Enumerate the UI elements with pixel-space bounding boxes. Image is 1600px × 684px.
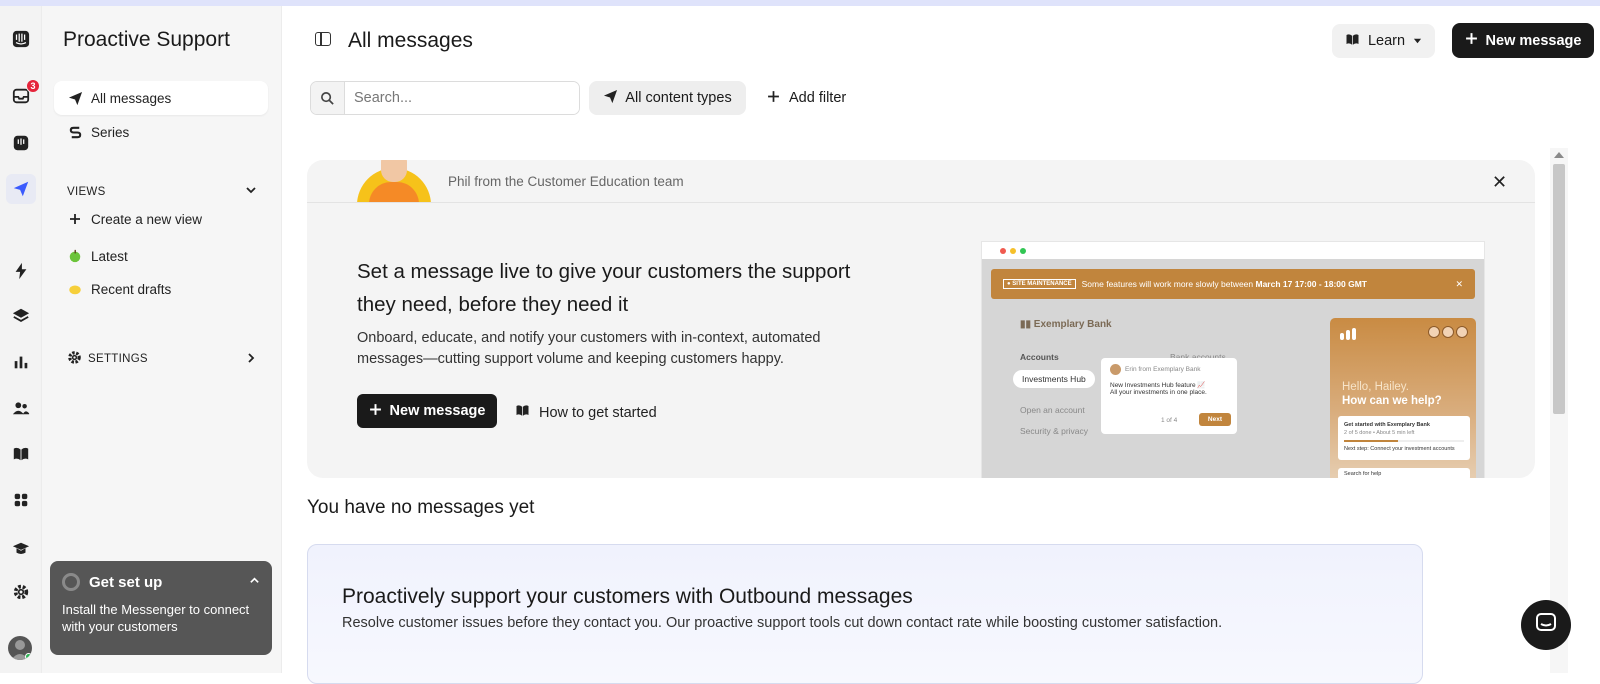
promo-new-message-button[interactable]: New message: [357, 394, 497, 428]
view-label: Latest: [91, 248, 128, 264]
plus-icon: [767, 90, 780, 107]
promo-header: Phil from the Customer Education team ✕: [307, 160, 1535, 203]
howto-label: How to get started: [539, 404, 657, 421]
plus-icon: [67, 213, 83, 225]
views-label: VIEWS: [67, 185, 106, 198]
settings-section-header[interactable]: SETTINGS: [67, 350, 257, 368]
search-icon: [311, 82, 345, 114]
icon-rail: 3: [0, 6, 42, 673]
sidebar-item-series[interactable]: Series: [54, 115, 268, 149]
chevron-up-icon[interactable]: [249, 575, 260, 589]
search-input[interactable]: [345, 82, 579, 114]
setup-title: Get set up: [89, 573, 163, 591]
preview-messenger: Hello, Hailey. How can we help? Get start…: [1330, 318, 1476, 478]
content-types-filter[interactable]: All content types: [589, 81, 746, 115]
content-types-label: All content types: [625, 90, 732, 106]
apps-grid-icon[interactable]: [6, 485, 36, 515]
paper-plane-icon: [67, 91, 83, 106]
promo-heading: Set a message live to give your customer…: [357, 260, 851, 316]
user-avatar[interactable]: [8, 636, 32, 660]
setup-text: Install the Messenger to connect with yo…: [62, 602, 250, 634]
plus-icon: [369, 403, 382, 420]
chat-bubble-icon: [1534, 611, 1558, 640]
sidebar-item-label: Series: [91, 124, 130, 140]
intercom-logo-icon[interactable]: [6, 24, 36, 54]
learn-label: Learn: [1367, 33, 1406, 49]
create-view-button[interactable]: Create a new view: [54, 202, 268, 236]
create-view-label: Create a new view: [91, 211, 203, 227]
views-section-header[interactable]: VIEWS: [67, 184, 257, 199]
sidebar-item-all-messages[interactable]: All messages: [54, 81, 268, 115]
maintenance-banner: ● SITE MAINTENANCE Some features will wo…: [991, 269, 1475, 299]
outbound-description: Resolve customer issues before they cont…: [342, 615, 1223, 631]
settings-gear-icon: [67, 350, 82, 368]
sidebar-view-recent-drafts[interactable]: Recent drafts: [54, 272, 268, 306]
plus-icon: [1465, 32, 1478, 49]
contacts-people-icon[interactable]: [6, 393, 36, 423]
learn-button[interactable]: Learn: [1332, 24, 1435, 58]
new-message-button[interactable]: New message: [1452, 23, 1594, 58]
promo-from: Phil from the Customer Education team: [448, 174, 684, 189]
outbound-icon[interactable]: [6, 174, 36, 204]
settings-gear-icon[interactable]: [6, 577, 36, 607]
lemon-icon: [67, 282, 83, 296]
promo-body: Onboard, educate, and notify your custom…: [357, 330, 821, 367]
close-icon[interactable]: ✕: [1492, 172, 1507, 193]
outbound-title: Proactively support your customers with …: [342, 585, 913, 608]
caret-down-icon: [1413, 33, 1422, 49]
knowledge-layers-icon[interactable]: [6, 301, 36, 331]
online-status-dot: [25, 653, 32, 660]
add-filter-button[interactable]: Add filter: [767, 81, 846, 115]
reports-chart-icon[interactable]: [6, 347, 36, 377]
help-center-book-icon[interactable]: [6, 439, 36, 469]
view-label: Recent drafts: [91, 281, 172, 297]
main-scrollbar[interactable]: [1550, 148, 1568, 673]
preview-tooltip: Erin from Exemplary Bank New Investments…: [1101, 358, 1237, 434]
academy-cap-icon[interactable]: [6, 534, 36, 564]
empty-state-title: You have no messages yet: [307, 497, 535, 518]
inbox-icon[interactable]: 3: [6, 79, 40, 111]
series-icon: [67, 125, 83, 140]
workflows-bolt-icon[interactable]: [6, 256, 36, 286]
promo-card: Phil from the Customer Education team ✕ …: [307, 160, 1535, 478]
green-apple-icon: [67, 249, 83, 263]
book-icon: [515, 403, 530, 422]
book-icon: [1345, 32, 1360, 51]
progress-ring-icon: [62, 573, 80, 591]
promo-new-message-label: New message: [389, 403, 486, 419]
messenger-launcher-button[interactable]: [1521, 600, 1571, 650]
sidebar: Proactive Support All messages Series VI…: [42, 6, 282, 673]
fin-ai-icon[interactable]: [6, 128, 36, 158]
get-set-up-card[interactable]: Get set up Install the Messenger to conn…: [50, 561, 272, 655]
inbox-badge: 3: [26, 79, 40, 93]
scrollbar-thumb[interactable]: [1553, 164, 1565, 414]
outbound-info-card: Proactively support your customers with …: [307, 544, 1423, 684]
toggle-sidebar-icon[interactable]: [315, 32, 331, 46]
how-to-get-started-link[interactable]: How to get started: [515, 403, 657, 422]
sidebar-title: Proactive Support: [63, 28, 230, 51]
settings-label: SETTINGS: [88, 353, 148, 365]
chevron-right-icon: [245, 352, 257, 367]
main-content: All messages Learn New message All conte…: [283, 6, 1600, 684]
search-box[interactable]: [310, 81, 580, 115]
paper-plane-icon: [603, 89, 618, 108]
sidebar-view-latest[interactable]: Latest: [54, 239, 268, 273]
phil-avatar: [357, 160, 431, 202]
scroll-up-arrow-icon[interactable]: [1554, 152, 1564, 158]
add-filter-label: Add filter: [789, 90, 847, 106]
product-preview-image: ● SITE MAINTENANCE Some features will wo…: [981, 241, 1485, 478]
new-message-label: New message: [1485, 32, 1582, 49]
bank-name: ▮▮ Exemplary Bank: [1020, 319, 1112, 330]
chevron-down-icon: [245, 184, 257, 199]
page-title: All messages: [348, 29, 473, 52]
sidebar-item-label: All messages: [91, 90, 172, 106]
